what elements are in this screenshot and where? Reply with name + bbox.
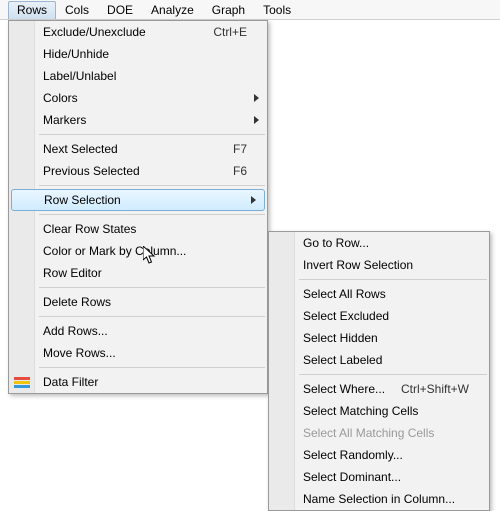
menu-label: Colors: [43, 91, 247, 105]
menu-item-select-dominant[interactable]: Select Dominant...: [269, 466, 489, 488]
menu-item-select-all-rows[interactable]: Select All Rows: [269, 283, 489, 305]
menu-label: Select All Rows: [303, 287, 469, 301]
menubar-item-analyze[interactable]: Analyze: [142, 1, 203, 19]
menubar-item-cols[interactable]: Cols: [56, 1, 98, 19]
menubar-label: DOE: [107, 3, 133, 17]
menu-separator: [39, 367, 265, 368]
menu-label: Select Randomly...: [303, 448, 469, 462]
menu-item-select-excluded[interactable]: Select Excluded: [269, 305, 489, 327]
menu-item-data-filter[interactable]: Data Filter: [9, 371, 267, 393]
menu-item-select-all-matching-cells: Select All Matching Cells: [269, 422, 489, 444]
menu-label: Data Filter: [43, 375, 247, 389]
menu-item-delete-rows[interactable]: Delete Rows: [9, 291, 267, 313]
menu-item-row-editor[interactable]: Row Editor: [9, 262, 267, 284]
menu-shortcut: Ctrl+Shift+W: [401, 382, 469, 396]
menu-item-add-rows[interactable]: Add Rows...: [9, 320, 267, 342]
menubar-label: Analyze: [151, 3, 194, 17]
chevron-right-icon: [254, 94, 259, 102]
menu-label: Next Selected: [43, 142, 225, 156]
menubar-item-graph[interactable]: Graph: [203, 1, 254, 19]
menu-label: Select Matching Cells: [303, 404, 469, 418]
menubar: Rows Cols DOE Analyze Graph Tools: [0, 0, 500, 20]
menu-label: Move Rows...: [43, 346, 247, 360]
menu-separator: [39, 185, 265, 186]
menu-item-select-where[interactable]: Select Where... Ctrl+Shift+W: [269, 378, 489, 400]
menu-separator: [299, 374, 487, 375]
menu-label: Clear Row States: [43, 222, 247, 236]
menu-item-colors[interactable]: Colors: [9, 87, 267, 109]
data-filter-icon: [13, 373, 31, 391]
menu-shortcut: F6: [233, 164, 247, 178]
menu-item-exclude-unexclude[interactable]: Exclude/Unexclude Ctrl+E: [9, 21, 267, 43]
menu-label: Color or Mark by Column...: [43, 244, 247, 258]
menu-label: Hide/Unhide: [43, 47, 247, 61]
menu-label: Delete Rows: [43, 295, 247, 309]
menu-label: Row Selection: [44, 193, 246, 207]
menu-item-markers[interactable]: Markers: [9, 109, 267, 131]
menu-label: Invert Row Selection: [303, 258, 469, 272]
menu-item-select-labeled[interactable]: Select Labeled: [269, 349, 489, 371]
menu-item-previous-selected[interactable]: Previous Selected F6: [9, 160, 267, 182]
menu-separator: [39, 287, 265, 288]
menu-label: Markers: [43, 113, 247, 127]
menu-label: Select Labeled: [303, 353, 469, 367]
menu-label: Select All Matching Cells: [303, 426, 469, 440]
menu-label: Select Excluded: [303, 309, 469, 323]
menu-shortcut: F7: [233, 142, 247, 156]
menu-label: Go to Row...: [303, 236, 469, 250]
menu-label: Label/Unlabel: [43, 69, 247, 83]
menu-item-next-selected[interactable]: Next Selected F7: [9, 138, 267, 160]
menu-separator: [39, 134, 265, 135]
menubar-label: Rows: [17, 3, 47, 17]
menu-item-select-matching-cells[interactable]: Select Matching Cells: [269, 400, 489, 422]
menu-label: Select Dominant...: [303, 470, 469, 484]
menu-item-name-selection-in-column[interactable]: Name Selection in Column...: [269, 488, 489, 510]
menu-separator: [299, 279, 487, 280]
menubar-item-tools[interactable]: Tools: [254, 1, 300, 19]
menu-item-row-selection[interactable]: Row Selection: [11, 189, 265, 211]
menu-item-label-unlabel[interactable]: Label/Unlabel: [9, 65, 267, 87]
chevron-right-icon: [251, 196, 256, 204]
menu-label: Previous Selected: [43, 164, 225, 178]
menu-item-hide-unhide[interactable]: Hide/Unhide: [9, 43, 267, 65]
menubar-label: Graph: [212, 3, 245, 17]
menubar-label: Tools: [263, 3, 291, 17]
menu-item-go-to-row[interactable]: Go to Row...: [269, 232, 489, 254]
menu-separator: [39, 316, 265, 317]
menu-separator: [39, 214, 265, 215]
menu-item-select-randomly[interactable]: Select Randomly...: [269, 444, 489, 466]
menu-item-clear-row-states[interactable]: Clear Row States: [9, 218, 267, 240]
row-selection-submenu: Go to Row... Invert Row Selection Select…: [268, 231, 490, 511]
menu-item-invert-row-selection[interactable]: Invert Row Selection: [269, 254, 489, 276]
menu-item-select-hidden[interactable]: Select Hidden: [269, 327, 489, 349]
chevron-right-icon: [254, 116, 259, 124]
menu-shortcut: Ctrl+E: [213, 25, 247, 39]
rows-menu: Exclude/Unexclude Ctrl+E Hide/Unhide Lab…: [8, 20, 268, 394]
menu-label: Exclude/Unexclude: [43, 25, 205, 39]
menubar-item-rows[interactable]: Rows: [8, 1, 56, 19]
menu-item-move-rows[interactable]: Move Rows...: [9, 342, 267, 364]
menu-label: Row Editor: [43, 266, 247, 280]
menu-label: Select Where...: [303, 382, 393, 396]
menubar-item-doe[interactable]: DOE: [98, 1, 142, 19]
menu-item-color-or-mark-by-column[interactable]: Color or Mark by Column...: [9, 240, 267, 262]
menu-label: Name Selection in Column...: [303, 492, 469, 506]
menu-label: Add Rows...: [43, 324, 247, 338]
menubar-label: Cols: [65, 3, 89, 17]
menu-label: Select Hidden: [303, 331, 469, 345]
